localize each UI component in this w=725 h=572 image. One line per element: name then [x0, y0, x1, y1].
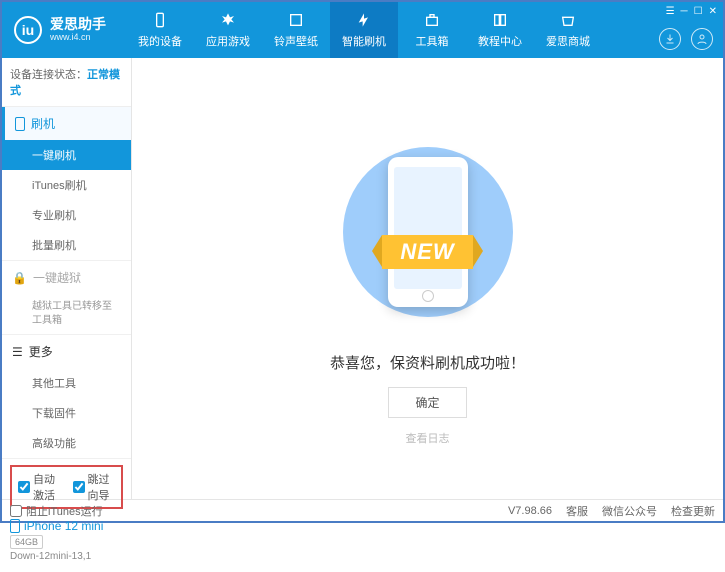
- nav-my-device[interactable]: 我的设备: [126, 2, 194, 58]
- book-icon: [491, 11, 509, 29]
- version-label: V7.98.66: [508, 505, 552, 517]
- skip-guide-checkbox[interactable]: 跳过向导: [73, 471, 116, 503]
- success-message: 恭喜您，保资料刷机成功啦！: [330, 352, 525, 373]
- sidebar-item-download[interactable]: 下载固件: [2, 398, 131, 428]
- nav-flash[interactable]: 智能刷机: [330, 2, 398, 58]
- device-icon: [15, 117, 25, 131]
- flash-icon: [355, 11, 373, 29]
- check-update-link[interactable]: 检查更新: [671, 503, 715, 519]
- wallpaper-icon: [287, 11, 305, 29]
- sidebar-flash-header[interactable]: 刷机: [2, 107, 131, 140]
- sidebar-item-other[interactable]: 其他工具: [2, 368, 131, 398]
- success-illustration: NEW: [328, 132, 528, 332]
- sidebar-item-oneclick[interactable]: 一键刷机: [2, 140, 131, 170]
- sidebar: 设备连接状态：正常模式 刷机 一键刷机 iTunes刷机 专业刷机 批量刷机 🔒…: [2, 58, 132, 499]
- connection-status: 设备连接状态：正常模式: [2, 58, 131, 107]
- window-controls: ☰ ─ ☐ ✕: [666, 6, 717, 17]
- nav-store[interactable]: 爱思商城: [534, 2, 602, 58]
- wechat-link[interactable]: 微信公众号: [602, 503, 657, 519]
- storage-badge: 64GB: [10, 535, 43, 549]
- title-bar: iu 爱思助手 www.i4.cn 我的设备 应用游戏 铃声壁纸 智能刷机 工具…: [2, 2, 723, 58]
- maximize-icon[interactable]: ☐: [694, 6, 703, 17]
- sidebar-item-advanced[interactable]: 高级功能: [2, 428, 131, 458]
- menu-icon[interactable]: ☰: [666, 6, 675, 17]
- phone-icon: [10, 519, 20, 533]
- sidebar-item-batch[interactable]: 批量刷机: [2, 230, 131, 260]
- sidebar-item-pro[interactable]: 专业刷机: [2, 200, 131, 230]
- jailbreak-note: 越狱工具已转移至工具箱: [2, 294, 131, 334]
- app-title: 爱思助手: [50, 17, 106, 32]
- service-link[interactable]: 客服: [566, 503, 588, 519]
- logo-icon: iu: [14, 16, 42, 44]
- store-icon: [559, 11, 577, 29]
- main-content: NEW 恭喜您，保资料刷机成功啦！ 确定 查看日志: [132, 58, 723, 499]
- auto-activate-checkbox[interactable]: 自动激活: [18, 471, 61, 503]
- lock-icon: 🔒: [12, 271, 27, 285]
- app-url: www.i4.cn: [50, 33, 106, 43]
- nav-ringtone[interactable]: 铃声壁纸: [262, 2, 330, 58]
- block-itunes-checkbox[interactable]: 阻止iTunes运行: [10, 503, 103, 519]
- confirm-button[interactable]: 确定: [388, 387, 466, 418]
- sidebar-item-itunes[interactable]: iTunes刷机: [2, 170, 131, 200]
- nav-apps[interactable]: 应用游戏: [194, 2, 262, 58]
- menu-icon: ☰: [12, 345, 23, 359]
- phone-icon: [151, 11, 169, 29]
- minimize-icon[interactable]: ─: [681, 6, 688, 17]
- sidebar-more-header[interactable]: ☰ 更多: [2, 335, 131, 368]
- main-nav: 我的设备 应用游戏 铃声壁纸 智能刷机 工具箱 教程中心 爱思商城: [126, 2, 602, 58]
- app-logo: iu 爱思助手 www.i4.cn: [2, 16, 118, 44]
- new-banner: NEW: [382, 235, 472, 269]
- nav-tutorial[interactable]: 教程中心: [466, 2, 534, 58]
- device-model: Down-12mini-13,1: [10, 551, 123, 562]
- sidebar-jailbreak-header[interactable]: 🔒 一键越狱: [2, 261, 131, 294]
- close-icon[interactable]: ✕: [709, 6, 717, 17]
- nav-toolbox[interactable]: 工具箱: [398, 2, 466, 58]
- user-icon[interactable]: [691, 28, 713, 50]
- toolbox-icon: [423, 11, 441, 29]
- apps-icon: [219, 11, 237, 29]
- download-icon[interactable]: [659, 28, 681, 50]
- view-log-link[interactable]: 查看日志: [406, 430, 450, 446]
